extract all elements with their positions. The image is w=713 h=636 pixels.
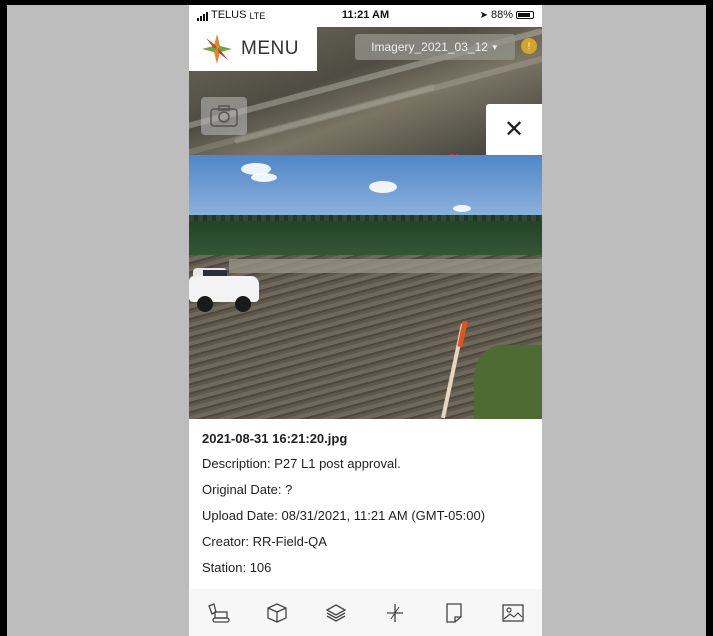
imagery-select[interactable]: Imagery_2021_03_12 ▼ — [355, 34, 515, 60]
close-icon: ✕ — [503, 116, 525, 143]
menu-button[interactable]: MENU — [189, 27, 317, 71]
close-button[interactable]: ✕ — [486, 104, 542, 155]
image-icon — [501, 603, 524, 622]
photo-description: Description: P27 L1 post approval. — [202, 456, 401, 471]
nav-3d[interactable] — [257, 597, 297, 629]
photo-station: Station: 106 — [202, 560, 272, 575]
nav-measure[interactable] — [375, 597, 415, 629]
photo-details: 2021-08-31 16:21:20.jpg Description: P27… — [189, 419, 542, 589]
nav-layers[interactable] — [316, 597, 356, 629]
photo-upload-date: Upload Date: 08/31/2021, 11:21 AM (GMT-0… — [202, 508, 486, 523]
nav-equipment[interactable] — [198, 597, 238, 629]
battery-icon — [516, 11, 534, 19]
nav-photos[interactable] — [493, 597, 533, 629]
camera-button[interactable] — [201, 97, 247, 135]
cube-icon — [267, 602, 287, 623]
photo-original-date: Original Date: ? — [202, 482, 293, 497]
site-photo — [189, 155, 542, 419]
logo-icon — [202, 34, 232, 64]
phone-screen: TELUS LTE 11:21 AM ➤ 88% 50 — [189, 5, 542, 636]
crosshair-icon — [386, 603, 403, 622]
chevron-down-icon: ▼ — [490, 42, 499, 52]
excavator-icon — [208, 602, 231, 623]
bottom-nav — [189, 589, 542, 636]
photo-creator: Creator: RR-Field-QA — [202, 534, 327, 549]
note-icon — [446, 602, 462, 623]
battery-percent: 88% — [490, 9, 513, 21]
layers-icon — [325, 603, 347, 622]
imagery-select-value: Imagery_2021_03_12 — [371, 40, 488, 54]
menu-label: MENU — [241, 38, 299, 59]
location-icon: ➤ — [479, 9, 488, 21]
nav-notes[interactable] — [434, 597, 474, 629]
photo-filename: 2021-08-31 16:21:20.jpg — [202, 431, 348, 446]
screenshot-background: TELUS LTE 11:21 AM ➤ 88% 50 — [7, 5, 706, 636]
status-bar: TELUS LTE 11:21 AM ➤ 88% — [189, 5, 542, 27]
notification-badge[interactable]: ! — [521, 38, 537, 54]
camera-icon — [210, 105, 238, 127]
